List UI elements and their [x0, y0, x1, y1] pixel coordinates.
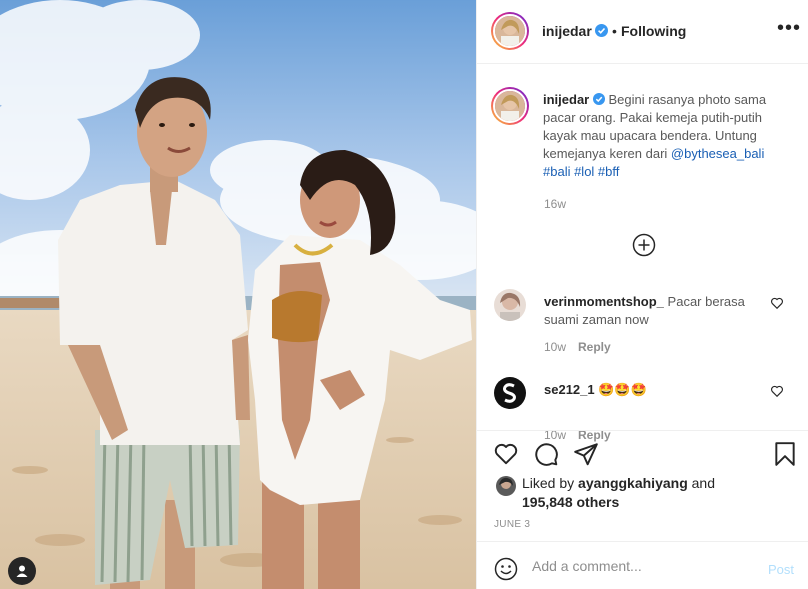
post-date[interactable]: JUNE 3 — [494, 519, 530, 530]
caption-timestamp[interactable]: 16w — [544, 197, 566, 211]
comment-text: se212_1 🤩🤩🤩 — [544, 381, 764, 399]
comment-item: verinmomentshop_ Pacar berasa suami zama… — [477, 288, 808, 358]
caption-text: inijedar Begini rasanya photo sama pacar… — [543, 91, 798, 181]
comment-timestamp[interactable]: 10w — [544, 340, 566, 354]
following-button[interactable]: Following — [621, 23, 686, 39]
comment-like-heart-icon[interactable] — [770, 384, 784, 398]
more-options-icon[interactable]: ••• — [777, 17, 801, 40]
caption-hashtags[interactable]: #bali #lol #bff — [543, 164, 619, 179]
emoji-icon[interactable] — [494, 557, 518, 581]
post-side-panel: inijedar • Following ••• inijedar Begini… — [476, 0, 808, 589]
reply-button[interactable]: Reply — [578, 340, 611, 354]
author-avatar[interactable] — [491, 12, 529, 50]
verified-badge-icon — [595, 24, 608, 37]
post-header: inijedar • Following ••• — [477, 0, 808, 64]
liker-avatar[interactable] — [496, 476, 516, 496]
comment-body: 🤩🤩🤩 — [598, 382, 647, 397]
tagged-users-button[interactable] — [8, 557, 36, 585]
likes-count[interactable]: 195,848 others — [522, 494, 619, 510]
comment-like-heart-icon[interactable] — [770, 296, 784, 310]
comment-meta: 10w Reply — [544, 340, 611, 354]
comment-bubble-icon[interactable] — [533, 441, 559, 467]
commenter-username[interactable]: se212_1 — [544, 382, 595, 397]
commenter-avatar[interactable] — [494, 289, 526, 321]
author-username[interactable]: inijedar — [542, 23, 592, 39]
share-paper-plane-icon[interactable] — [573, 441, 599, 467]
likes-joiner: and — [687, 475, 715, 491]
post-comment-button[interactable]: Post — [768, 562, 794, 577]
liker-username[interactable]: ayanggkahiyang — [578, 475, 688, 491]
verified-badge-icon — [592, 93, 605, 105]
load-more-comments-icon[interactable] — [632, 233, 656, 257]
comment-text: verinmomentshop_ Pacar berasa suami zama… — [544, 293, 764, 329]
post-action-bar — [477, 430, 808, 474]
likes-prefix: Liked by — [522, 475, 579, 491]
liker-avatar-image — [496, 476, 516, 496]
caption-avatar-image — [495, 91, 525, 121]
commenter-username[interactable]: verinmomentshop_ — [544, 294, 664, 309]
commenter-avatar[interactable] — [494, 377, 526, 409]
beach-couple-photo — [0, 0, 476, 589]
comment-input[interactable] — [532, 556, 752, 576]
comment-composer: Post — [477, 541, 808, 589]
author-avatar-image — [495, 16, 525, 46]
commenter-avatar-image — [494, 377, 526, 409]
caption-author-avatar[interactable] — [491, 87, 529, 125]
likes-text: Liked by ayanggkahiyang and 195,848 othe… — [522, 474, 752, 512]
save-bookmark-icon[interactable] — [773, 441, 797, 467]
caption-username[interactable]: inijedar — [543, 92, 589, 107]
commenter-avatar-image — [494, 289, 526, 321]
user-icon — [16, 565, 28, 577]
like-heart-icon[interactable] — [493, 441, 519, 467]
caption-mention-link[interactable]: @bythesea_bali — [671, 146, 764, 161]
post-photo[interactable] — [0, 0, 476, 589]
separator-dot: • — [612, 23, 617, 39]
